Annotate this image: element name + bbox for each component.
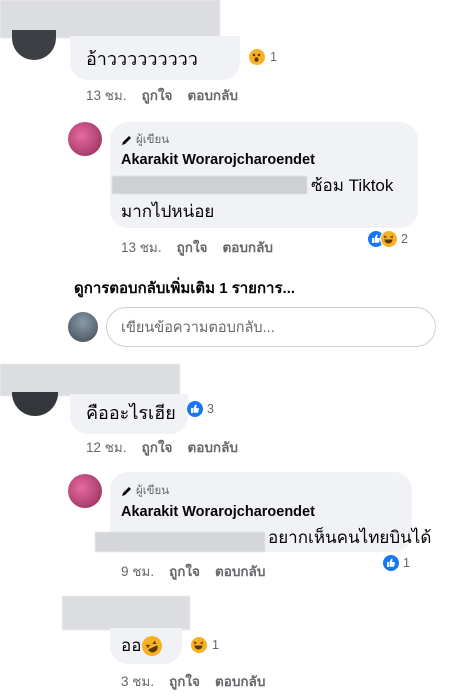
comment-text-line2: มากไปหน่อย <box>121 202 215 221</box>
blurred-text <box>95 532 265 552</box>
reply-button[interactable]: ตอบกลับ <box>187 436 237 458</box>
comment-text-row: ออ <box>121 635 163 657</box>
blurred-username <box>62 596 190 630</box>
reaction-summary[interactable]: 3 <box>186 400 214 418</box>
haha-reaction-icon <box>380 230 398 248</box>
blurred-text <box>112 176 307 194</box>
reply-button[interactable]: ตอบกลับ <box>215 560 265 582</box>
like-button[interactable]: ถูกใจ <box>177 236 208 258</box>
pencil-icon <box>122 136 131 145</box>
timestamp[interactable]: 9 ชม. <box>121 560 154 582</box>
view-more-replies-link[interactable]: ดูการตอบกลับเพิ่มเติม 1 รายการ... <box>74 276 295 300</box>
comment-text: อยากเห็นคนไทยบินได้ <box>268 528 432 547</box>
avatar[interactable] <box>68 122 102 156</box>
comment-meta: 13 ชม. ถูกใจ ตอบกลับ <box>86 84 238 106</box>
comment-meta: 13 ชม. ถูกใจ ตอบกลับ <box>121 236 273 258</box>
reaction-summary[interactable]: 2 <box>367 230 408 248</box>
like-reaction-icon <box>382 554 400 572</box>
reaction-count: 2 <box>401 232 408 246</box>
timestamp[interactable]: 3 ชม. <box>121 670 154 692</box>
reply-input-placeholder: เขียนข้อความตอบกลับ... <box>121 319 275 336</box>
author-tag-label: ผู้เขียน <box>136 485 170 497</box>
commenter-name[interactable]: Akarakit Worarojcharoendet <box>121 152 315 168</box>
avatar[interactable] <box>68 474 102 508</box>
comment-text: อ้าววววววววว <box>86 49 198 69</box>
author-tag: ผู้เขียน <box>121 482 169 500</box>
haha-reaction-icon <box>190 636 208 654</box>
like-reaction-icon <box>186 400 204 418</box>
like-button[interactable]: ถูกใจ <box>142 436 173 458</box>
reaction-count: 1 <box>270 50 277 64</box>
reaction-count: 3 <box>207 402 214 416</box>
reaction-count: 1 <box>212 638 219 652</box>
comment-meta: 12 ชม. ถูกใจ ตอบกลับ <box>86 436 238 458</box>
comment-text: คืออะไรเฮีย <box>86 403 176 423</box>
reaction-count: 1 <box>403 556 410 570</box>
commenter-name[interactable]: Akarakit Worarojcharoendet <box>121 504 315 520</box>
reply-button[interactable]: ตอบกลับ <box>222 236 272 258</box>
author-tag: ผู้เขียน <box>121 131 169 149</box>
comment-meta: 3 ชม. ถูกใจ ตอบกลับ <box>121 670 265 692</box>
avatar[interactable] <box>12 392 58 416</box>
reply-button[interactable]: ตอบกลับ <box>215 670 265 692</box>
timestamp[interactable]: 13 ชม. <box>86 84 127 106</box>
reaction-summary[interactable]: 1 <box>190 636 219 654</box>
reply-button[interactable]: ตอบกลับ <box>187 84 237 106</box>
like-button[interactable]: ถูกใจ <box>142 84 173 106</box>
reaction-summary[interactable]: 1 <box>248 48 277 66</box>
comment-text-line1: ซ้อม Tiktok <box>311 176 394 195</box>
author-tag-label: ผู้เขียน <box>136 134 170 146</box>
avatar <box>68 312 98 342</box>
pencil-icon <box>122 487 131 496</box>
like-button[interactable]: ถูกใจ <box>169 560 200 582</box>
timestamp[interactable]: 12 ชม. <box>86 436 127 458</box>
like-button[interactable]: ถูกใจ <box>169 670 200 692</box>
rofl-emoji-icon <box>142 636 163 656</box>
wow-reaction-icon <box>248 48 266 66</box>
timestamp[interactable]: 13 ชม. <box>121 236 162 258</box>
reply-input[interactable]: เขียนข้อความตอบกลับ... <box>106 307 436 347</box>
avatar[interactable] <box>12 30 56 60</box>
reaction-summary[interactable]: 1 <box>382 554 410 572</box>
comment-meta: 9 ชม. ถูกใจ ตอบกลับ <box>121 560 265 582</box>
comment-text: ออ <box>121 636 142 655</box>
